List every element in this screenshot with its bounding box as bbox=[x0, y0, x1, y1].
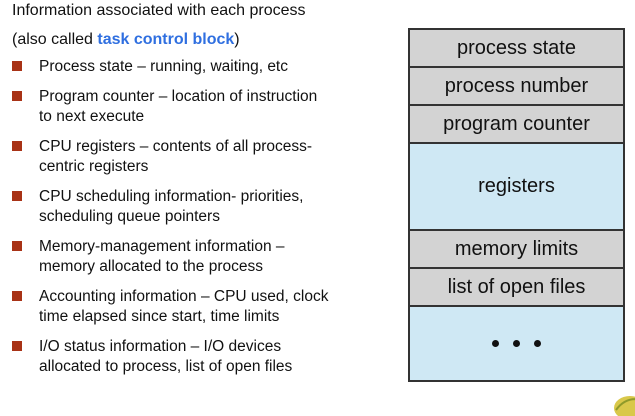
pcb-contents-list: Process state – running, waiting, etc Pr… bbox=[12, 57, 382, 387]
bullet-line-1: Program counter – location of instructio… bbox=[39, 88, 318, 105]
bullet-cpu-registers: CPU registers – contents of all process-… bbox=[12, 137, 382, 177]
bullet-line-2: memory allocated to the process bbox=[39, 258, 263, 275]
square-bullet-icon bbox=[12, 91, 22, 101]
bullet-line-1: CPU scheduling information- priorities, bbox=[39, 188, 304, 205]
task-control-block-highlight: task control block bbox=[97, 31, 235, 48]
bullet-memory-management: Memory-management information – memory al… bbox=[12, 237, 382, 277]
bullet-line-2: allocated to process, list of open files bbox=[39, 358, 293, 375]
intro-prefix: (also called bbox=[12, 31, 98, 48]
pcb-field-process-state: process state bbox=[410, 30, 623, 68]
bullet-line-1: I/O status information – I/O devices bbox=[39, 338, 282, 355]
intro-text: Information associated with each process bbox=[12, 2, 306, 19]
pcb-field-ellipsis bbox=[410, 307, 623, 380]
bullet-line-2: centric registers bbox=[39, 158, 149, 175]
bullet-program-counter: Program counter – location of instructio… bbox=[12, 87, 382, 127]
square-bullet-icon bbox=[12, 291, 22, 301]
dot-icon bbox=[492, 340, 499, 347]
bullet-cpu-scheduling: CPU scheduling information- priorities, s… bbox=[12, 187, 382, 227]
pcb-field-memory-limits: memory limits bbox=[410, 231, 623, 269]
square-bullet-icon bbox=[12, 341, 22, 351]
bullet-line-1: Process state – running, waiting, etc bbox=[39, 58, 288, 75]
bullet-accounting: Accounting information – CPU used, clock… bbox=[12, 287, 382, 327]
bullet-line-1: Accounting information – CPU used, clock bbox=[39, 288, 329, 305]
intro-line: Information associated with each process bbox=[12, 1, 305, 21]
square-bullet-icon bbox=[12, 141, 22, 151]
bullet-process-state: Process state – running, waiting, etc bbox=[12, 57, 382, 77]
square-bullet-icon bbox=[12, 241, 22, 251]
pcb-field-registers: registers bbox=[410, 144, 623, 231]
pcb-field-open-files: list of open files bbox=[410, 269, 623, 307]
intro-subtitle: (also called task control block) bbox=[12, 30, 240, 50]
bullet-line-2: to next execute bbox=[39, 108, 145, 125]
bullet-line-1: Memory-management information – bbox=[39, 238, 285, 255]
pcb-field-program-counter: program counter bbox=[410, 106, 623, 144]
dot-icon bbox=[534, 340, 541, 347]
corner-decoration-icon bbox=[614, 396, 635, 416]
pcb-field-process-number: process number bbox=[410, 68, 623, 106]
intro-suffix: ) bbox=[234, 31, 240, 48]
dot-icon bbox=[513, 340, 520, 347]
ellipsis-icon bbox=[492, 340, 541, 347]
bullet-line-1: CPU registers – contents of all process- bbox=[39, 138, 313, 155]
process-control-block-diagram: process state process number program cou… bbox=[408, 28, 625, 382]
bullet-line-2: scheduling queue pointers bbox=[39, 208, 220, 225]
bullet-line-2: time elapsed since start, time limits bbox=[39, 308, 280, 325]
bullet-io-status: I/O status information – I/O devices allo… bbox=[12, 337, 382, 377]
square-bullet-icon bbox=[12, 61, 22, 71]
square-bullet-icon bbox=[12, 191, 22, 201]
